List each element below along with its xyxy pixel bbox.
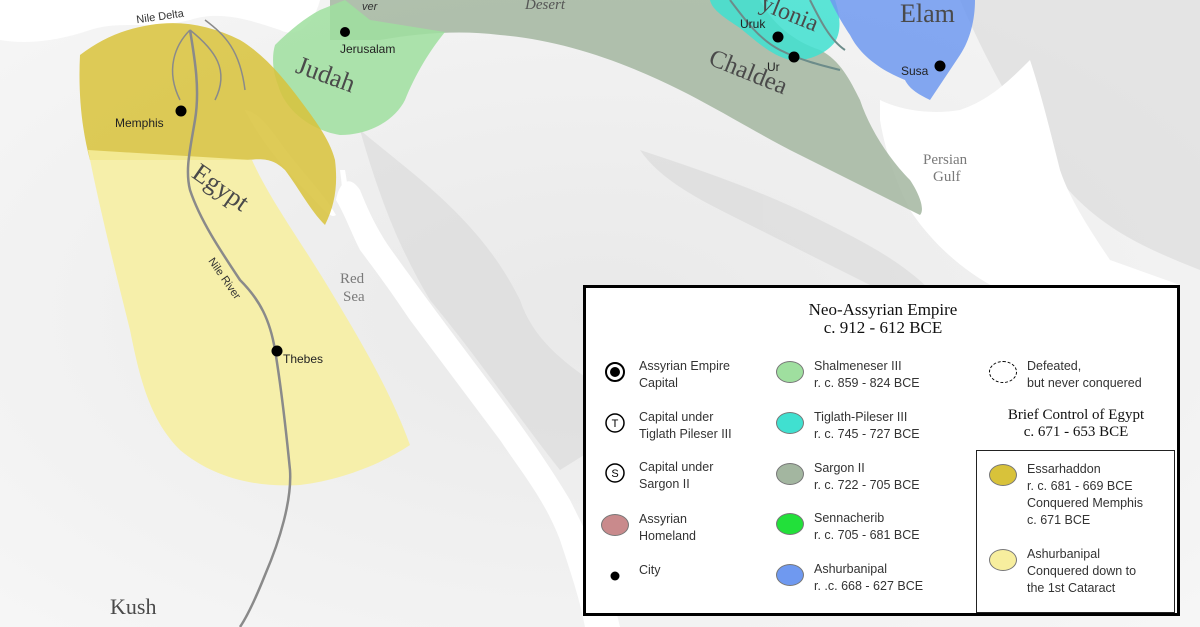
capital-icon [605, 362, 625, 382]
legend-item-sargon: Sargon II r. c. 722 - 705 BCE [776, 460, 920, 494]
city-dot-thebes [271, 345, 283, 357]
sargon-swatch [776, 463, 804, 485]
legend-t-capital-line2: Tiglath Pileser III [639, 427, 732, 441]
legend-s-capital-line1: Capital under [639, 460, 714, 474]
legend-subtitle-1: Brief Control of Egypt [1007, 407, 1145, 423]
legend-ashurbanipal-egypt-name: Ashurbanipal [1027, 547, 1100, 561]
legend-city-line1: City [639, 563, 661, 577]
legend-item-shalmaneser: Shalmeneser III r. c. 859 - 824 BCE [776, 358, 920, 392]
shalmaneser-swatch [776, 361, 804, 383]
label-ur: Ur [767, 60, 780, 74]
legend-defeated-line1: Defeated, [1027, 359, 1082, 373]
label-susa: Susa [901, 64, 929, 78]
essarhaddon-swatch [989, 464, 1017, 486]
legend-shalmaneser-date: r. c. 859 - 824 BCE [814, 376, 920, 390]
legend-essarhaddon-name: Essarhaddon [1027, 462, 1101, 476]
label-elam: Elam [900, 0, 955, 28]
legend-item-t-capital: T Capital under Tiglath Pileser III [601, 409, 732, 443]
legend-item-city: City [601, 562, 661, 590]
t-capital-icon: T [605, 413, 625, 433]
s-capital-icon: S [605, 463, 625, 483]
city-dot-susa [934, 60, 946, 72]
legend-homeland-line2: Homeland [639, 529, 696, 543]
ashurbanipal-egypt-swatch [989, 549, 1017, 571]
label-river-fragment: ver [362, 1, 379, 13]
label-thebes: Thebes [283, 352, 323, 366]
legend-item-essarhaddon: Essarhaddon r. c. 681 - 669 BCE Conquere… [989, 461, 1143, 529]
legend: Neo-Assyrian Empire c. 912 - 612 BCE Ass… [583, 285, 1180, 616]
legend-defeated-line2: but never conquered [1027, 376, 1142, 390]
legend-essarhaddon-note-date: c. 671 BCE [1027, 513, 1091, 527]
legend-ashurbanipal-egypt-note1: Conquered down to [1027, 564, 1137, 578]
legend-sennacherib-name: Sennacherib [814, 511, 885, 525]
legend-ashurbanipal-name: Ashurbanipal [814, 562, 887, 576]
label-desert: Desert [524, 0, 566, 13]
tiglath-swatch [776, 412, 804, 434]
legend-item-ashurbanipal-egypt: Ashurbanipal Conquered down to the 1st C… [989, 546, 1136, 597]
legend-tiglath-name: Tiglath-Pileser III [814, 410, 908, 424]
legend-item-ashurbanipal: Ashurbanipal r. .c. 668 - 627 BCE [776, 561, 923, 595]
legend-subtitle-2: c. 671 - 653 BCE [1023, 424, 1129, 440]
legend-title-2: c. 912 - 612 BCE [823, 318, 943, 337]
label-kush: Kush [110, 594, 156, 619]
legend-t-capital-line1: Capital under [639, 410, 714, 424]
svg-text:T: T [612, 418, 619, 430]
legend-item-defeated: Defeated, but never conquered [989, 358, 1142, 392]
label-persian-gulf-1: Persian [923, 152, 968, 168]
city-icon [610, 571, 620, 581]
defeated-swatch [989, 361, 1017, 383]
city-dot-uruk [772, 31, 784, 43]
legend-shalmaneser-name: Shalmeneser III [814, 359, 902, 373]
legend-capital-line2: Capital [639, 376, 678, 390]
legend-homeland-line1: Assyrian [639, 512, 687, 526]
legend-sargon-date: r. c. 722 - 705 BCE [814, 478, 920, 492]
egypt-control-box: Essarhaddon r. c. 681 - 669 BCE Conquere… [976, 450, 1175, 613]
legend-capital-line1: Assyrian Empire [639, 359, 730, 373]
legend-title-1: Neo-Assyrian Empire [808, 300, 958, 319]
legend-ashurbanipal-date: r. .c. 668 - 627 BCE [814, 579, 924, 593]
city-dot-jerusalem [340, 27, 350, 37]
legend-item-sennacherib: Sennacherib r. c. 705 - 681 BCE [776, 510, 920, 544]
legend-essarhaddon-date: r. c. 681 - 669 BCE [1027, 479, 1133, 493]
legend-item-s-capital: S Capital under Sargon II [601, 459, 713, 493]
city-dot-ur [788, 51, 800, 63]
legend-sargon-name: Sargon II [814, 461, 865, 475]
legend-tiglath-date: r. c. 745 - 727 BCE [814, 427, 920, 441]
homeland-swatch [601, 514, 629, 536]
ashurbanipal-swatch [776, 564, 804, 586]
label-red-sea-2: Sea [343, 289, 365, 305]
label-red-sea-1: Red [340, 271, 365, 287]
legend-s-capital-line2: Sargon II [639, 477, 690, 491]
label-jerusalem: Jerusalam [340, 42, 395, 56]
legend-essarhaddon-note: Conquered Memphis [1027, 496, 1144, 510]
legend-item-tiglath: Tiglath-Pileser III r. c. 745 - 727 BCE [776, 409, 920, 443]
sennacherib-swatch [776, 513, 804, 535]
legend-item-homeland: Assyrian Homeland [601, 511, 696, 545]
label-persian-gulf-2: Gulf [933, 169, 961, 185]
city-dot-memphis [175, 105, 187, 117]
label-uruk: Uruk [740, 17, 766, 31]
svg-text:S: S [611, 468, 618, 480]
legend-item-capital: Assyrian Empire Capital [601, 358, 730, 392]
legend-ashurbanipal-egypt-note2: the 1st Cataract [1027, 581, 1116, 595]
legend-sennacherib-date: r. c. 705 - 681 BCE [814, 528, 920, 542]
label-memphis: Memphis [115, 116, 164, 130]
